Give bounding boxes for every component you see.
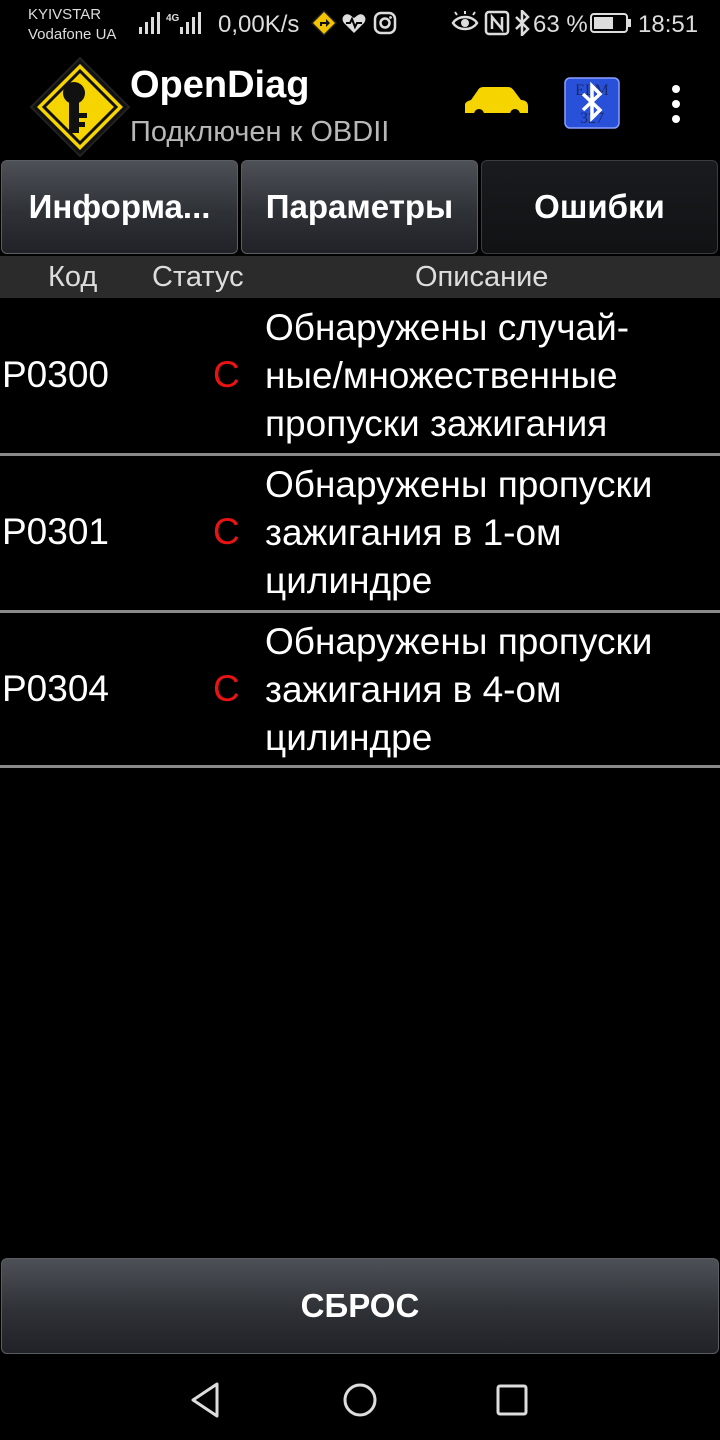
- error-code: P0304: [2, 668, 109, 709]
- description-line: зажигания в 4-ом: [265, 669, 562, 710]
- signal-icon: [139, 12, 160, 34]
- home-icon[interactable]: [338, 1378, 382, 1422]
- error-description: Обнаружены пропуски зажигания в 4-ом цил…: [265, 618, 715, 762]
- eye-icon: [451, 11, 479, 31]
- tab-errors[interactable]: Ошибки: [481, 160, 718, 254]
- tab-information[interactable]: Информа...: [1, 160, 238, 254]
- overflow-menu-icon[interactable]: [658, 82, 694, 126]
- battery-icon: [590, 13, 631, 33]
- description-line: пропуски зажигания: [265, 403, 608, 444]
- description-line: Обнаружены пропуски: [265, 621, 653, 662]
- error-status: C: [213, 668, 240, 709]
- nfc-icon: [484, 10, 510, 36]
- table-header: Код Статус Описание: [0, 256, 720, 298]
- app-title: OpenDiag: [130, 64, 310, 106]
- column-header-description: Описание: [415, 261, 549, 293]
- opendiag-logo-icon: [29, 56, 131, 158]
- status-bar: KYIVSTAR Vodafone UA 4G 0,00K/s 63 % 18:…: [0, 0, 720, 50]
- navigation-icon: [311, 10, 337, 36]
- description-line: Обнаружены случай-: [265, 307, 630, 348]
- connection-status: Подключен к OBDII: [130, 116, 390, 148]
- column-header-status: Статус: [152, 261, 244, 293]
- table-row[interactable]: P0304 C Обнаружены пропуски зажигания в …: [0, 610, 720, 768]
- error-code: P0301: [2, 511, 109, 552]
- error-status: C: [213, 354, 240, 395]
- network-speed: 0,00K/s: [218, 11, 300, 38]
- car-icon[interactable]: [462, 83, 530, 123]
- table-row[interactable]: P0301 C Обнаружены пропуски зажигания в …: [0, 455, 720, 613]
- signal-4g-icon: 4G: [166, 12, 201, 34]
- carrier-name-1: KYIVSTAR: [28, 6, 102, 23]
- error-code: P0300: [2, 354, 109, 395]
- reset-button[interactable]: СБРОС: [1, 1258, 719, 1354]
- error-description: Обнаружены случай- ные/множественные про…: [265, 304, 715, 448]
- carrier-name-2: Vodafone UA: [28, 26, 117, 43]
- bluetooth-elm327-icon[interactable]: ELM 327: [564, 77, 620, 129]
- app-bar: OpenDiag Подключен к OBDII ELM 327: [0, 50, 720, 160]
- tab-bar: Информа... Параметры Ошибки: [0, 160, 720, 256]
- health-icon: [342, 14, 366, 33]
- instagram-icon: [373, 11, 397, 35]
- description-line: цилиндре: [265, 560, 433, 601]
- description-line: ные/множественные: [265, 355, 618, 396]
- description-line: цилиндре: [265, 717, 433, 758]
- column-header-code: Код: [48, 261, 98, 293]
- error-description: Обнаружены пропуски зажигания в 1-ом цил…: [265, 461, 715, 605]
- table-row[interactable]: P0300 C Обнаружены случай- ные/множестве…: [0, 298, 720, 456]
- network-type-label: 4G: [166, 13, 180, 24]
- recents-icon[interactable]: [490, 1378, 534, 1422]
- battery-percent: 63 %: [533, 11, 588, 38]
- clock: 18:51: [638, 11, 699, 38]
- tab-parameters[interactable]: Параметры: [241, 160, 478, 254]
- back-icon[interactable]: [184, 1378, 228, 1422]
- error-status: C: [213, 511, 240, 552]
- description-line: Обнаружены пропуски: [265, 464, 653, 505]
- navigation-bar: [0, 1360, 720, 1440]
- bluetooth-icon: [515, 10, 530, 36]
- carrier-info: KYIVSTAR Vodafone UA: [28, 5, 116, 45]
- description-line: зажигания в 1-ом: [265, 512, 562, 553]
